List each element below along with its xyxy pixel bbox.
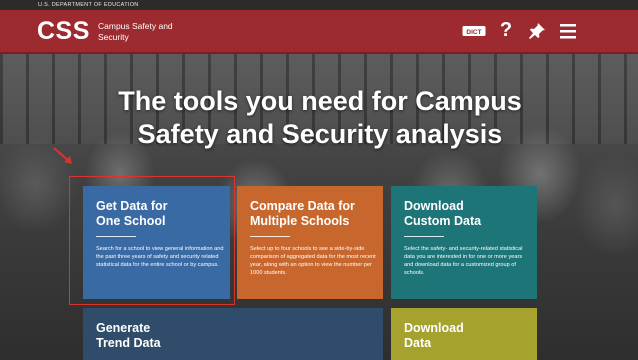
- hero-title: The tools you need for Campus Safety and…: [60, 85, 580, 151]
- css-logo[interactable]: CSS: [37, 17, 90, 46]
- hero-title-line1: The tools you need for Campus: [118, 86, 522, 116]
- help-icon[interactable]: ?: [496, 18, 516, 42]
- tile-divider: [96, 236, 136, 237]
- pin-icon[interactable]: [528, 22, 546, 40]
- tile-title: Generate Trend Data: [96, 321, 161, 351]
- menu-icon[interactable]: [558, 22, 578, 40]
- dictionary-icon[interactable]: DICT: [462, 24, 486, 38]
- download-data-tile[interactable]: Download Data: [391, 308, 537, 360]
- gov-banner: U.S. DEPARTMENT OF EDUCATION: [0, 0, 638, 10]
- tile-title-line2: Trend Data: [96, 336, 161, 350]
- annotation-arrow-icon: [53, 147, 72, 164]
- tile-title-line2: One School: [96, 214, 166, 228]
- tile-title-line1: Generate: [96, 321, 151, 335]
- tile-title-line2: Multiple Schools: [250, 214, 350, 228]
- tile-title-line1: Compare Data for: [250, 199, 355, 213]
- tile-divider: [404, 236, 444, 237]
- tile-title-line2: Custom Data: [404, 214, 482, 228]
- tile-title: Get Data for One School: [96, 199, 168, 229]
- tile-title: Download Data: [404, 321, 464, 351]
- site-header: CSS Campus Safety and Security DICT ?: [0, 10, 638, 53]
- generate-trend-data-tile[interactable]: Generate Trend Data: [83, 308, 383, 360]
- pin-icon-graphic: [529, 23, 545, 39]
- compare-multiple-schools-tile[interactable]: Compare Data for Multiple Schools Select…: [237, 186, 383, 299]
- tile-title-line1: Download: [404, 199, 464, 213]
- tile-title-line2: Data: [404, 336, 432, 350]
- tile-title: Download Custom Data: [404, 199, 481, 229]
- tile-title-line1: Get Data for: [96, 199, 168, 213]
- logo-subtitle[interactable]: Campus Safety and Security: [98, 21, 178, 43]
- tile-description: Select up to four schools to see a side-…: [250, 246, 376, 276]
- tile-description: Select the safety- and security-related …: [404, 246, 523, 276]
- hero-title-line2: Safety and Security analysis: [137, 119, 503, 149]
- dictionary-icon-graphic: DICT: [462, 26, 486, 36]
- get-data-one-school-tile[interactable]: Get Data for One School Search for a sch…: [83, 186, 230, 299]
- download-custom-data-tile[interactable]: Download Custom Data Select the safety- …: [391, 186, 537, 299]
- menu-icon-graphic: [560, 24, 576, 39]
- tile-divider: [250, 236, 290, 237]
- tile-title: Compare Data for Multiple Schools: [250, 199, 355, 229]
- tile-title-line1: Download: [404, 321, 464, 335]
- dictionary-label: DICT: [466, 29, 481, 36]
- tile-description: Search for a school to view general info…: [96, 246, 224, 268]
